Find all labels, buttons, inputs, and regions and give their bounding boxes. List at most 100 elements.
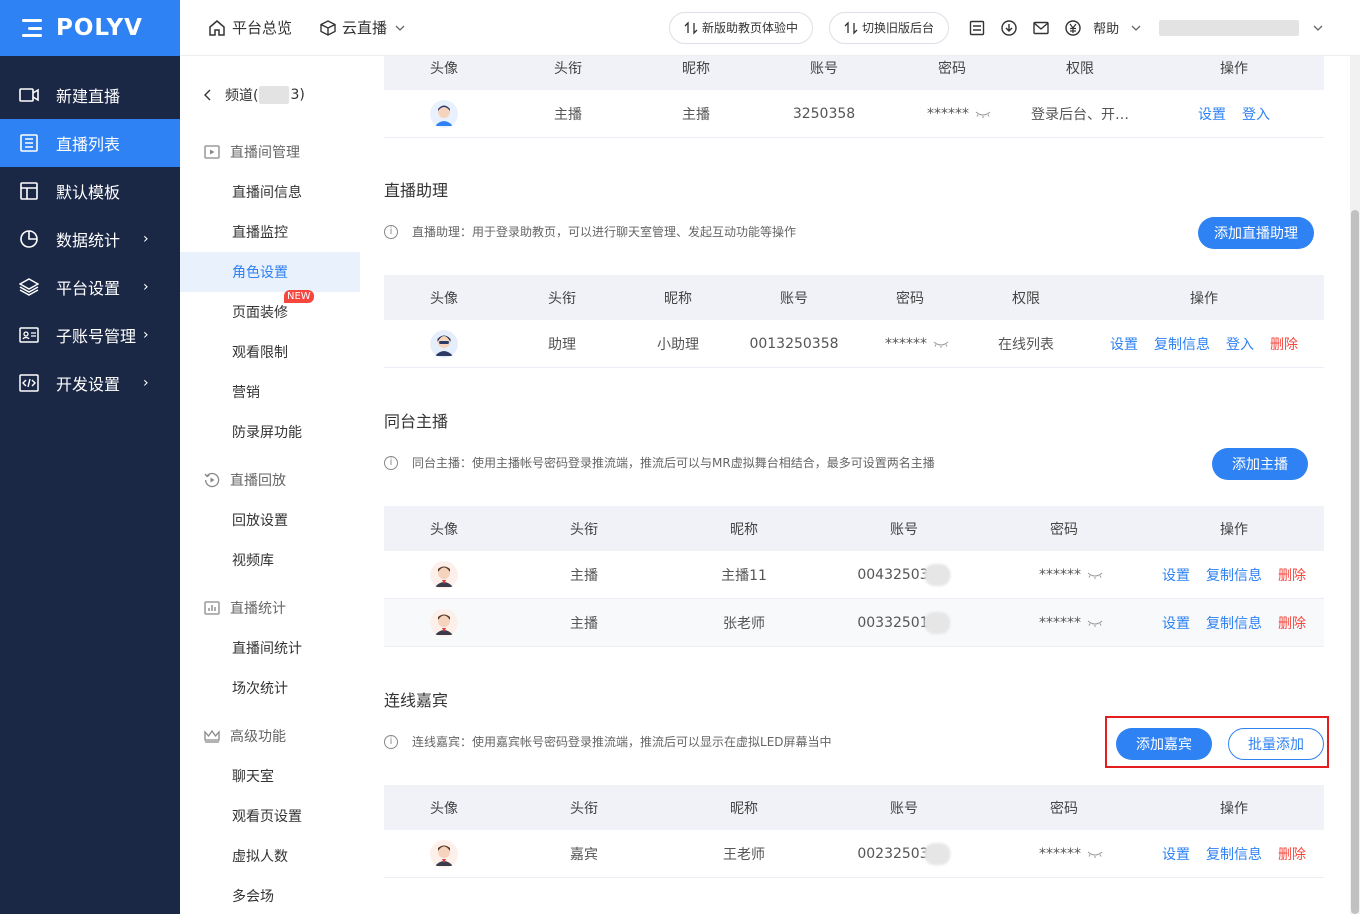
- col-password: 密码: [1050, 521, 1078, 538]
- channel-id-redacted: [259, 86, 290, 104]
- delete-link[interactable]: 删除: [1278, 613, 1306, 633]
- table-row: 嘉宾 王老师 00232503 ****** 设置 复制信息 删除: [384, 830, 1324, 878]
- eye-closed-icon[interactable]: [1087, 850, 1103, 858]
- actions-cell: 设置 登入: [1190, 90, 1278, 137]
- cohost-avatar-icon: [430, 560, 458, 589]
- guest-section-desc: i 连线嘉宾：使用嘉宾帐号密码登录推流端，推流后可以显示在虚拟LED屏幕当中: [384, 733, 832, 750]
- copy-info-link[interactable]: 复制信息: [1206, 565, 1262, 585]
- nav-item-statistics[interactable]: 数据统计 ›: [0, 215, 180, 263]
- sub-item-room-info[interactable]: 直播间信息: [180, 172, 360, 212]
- template-icon: [18, 180, 40, 202]
- eye-closed-icon[interactable]: [933, 340, 949, 348]
- scrollbar-thumb[interactable]: [1351, 210, 1359, 914]
- menu-toggle-icon[interactable]: [20, 19, 42, 37]
- chart-icon: [18, 228, 40, 250]
- password-cell: ******: [1039, 599, 1103, 646]
- col-actions: 操作: [1220, 60, 1248, 77]
- sub-item-chatroom[interactable]: 聊天室: [180, 756, 360, 796]
- logo[interactable]: POLYV: [56, 15, 143, 41]
- guest-avatar-icon: [430, 839, 458, 868]
- sub-item-page-decoration[interactable]: 页面装修 NEW: [180, 290, 360, 332]
- mail-icon[interactable]: [1033, 20, 1049, 36]
- help-menu[interactable]: 帮助: [1093, 18, 1119, 37]
- sub-item-role-settings[interactable]: 角色设置: [180, 252, 360, 292]
- actions-cell: 设置 复制信息 删除: [1154, 830, 1314, 877]
- nav-item-platform-settings[interactable]: 平台设置 ›: [0, 263, 180, 311]
- col-title: 头衔: [548, 290, 576, 307]
- switch-old-backend-button[interactable]: 切换旧版后台: [829, 11, 950, 44]
- layers-icon: [18, 276, 40, 298]
- avatar-cell: [430, 90, 458, 137]
- group-room-management: 直播间管理: [180, 132, 360, 172]
- col-account: 账号: [890, 521, 918, 538]
- delete-link[interactable]: 删除: [1278, 844, 1306, 864]
- table-row: 主播 张老师 00332501 ****** 设置 复制信息 删除: [384, 599, 1324, 647]
- nav-item-label: 子账号管理: [56, 327, 137, 346]
- chevron-right-icon: ›: [143, 327, 149, 343]
- eye-closed-icon[interactable]: [1087, 619, 1103, 627]
- nav-item-sub-accounts[interactable]: 子账号管理 ›: [0, 311, 180, 359]
- sub-item-monitor[interactable]: 直播监控: [180, 212, 360, 252]
- table-header: 头像 头衔 昵称 账号 密码 操作: [384, 785, 1324, 830]
- login-link[interactable]: 登入: [1226, 334, 1254, 354]
- nav-item-label: 默认模板: [56, 183, 121, 202]
- add-guest-button[interactable]: 添加嘉宾: [1116, 728, 1212, 760]
- settings-link[interactable]: 设置: [1198, 104, 1226, 124]
- channel-sub-navigation: 频道( 3) 直播间管理 直播间信息 直播监控 角色设置 页面装修 NEW 观看…: [180, 56, 360, 914]
- nav-item-dev-settings[interactable]: 开发设置 ›: [0, 359, 180, 407]
- copy-info-link[interactable]: 复制信息: [1206, 613, 1262, 633]
- sub-item-room-statistics[interactable]: 直播间统计: [180, 628, 360, 668]
- delete-link[interactable]: 删除: [1278, 565, 1306, 585]
- cloud-live-menu[interactable]: 云直播: [320, 17, 411, 38]
- download-icon[interactable]: [1001, 19, 1017, 36]
- eye-closed-icon[interactable]: [1087, 571, 1103, 579]
- account-cell: 00432503: [857, 551, 951, 598]
- nav-item-live-list[interactable]: 直播列表: [0, 119, 180, 167]
- role-settings-card: 头像 头衔 昵称 账号 密码 权限 操作 主播 主播 3250358 *****…: [360, 56, 1350, 914]
- sub-item-view-restriction[interactable]: 观看限制: [180, 332, 360, 372]
- password-mask: ******: [927, 105, 969, 122]
- sub-item-watch-page[interactable]: 观看页设置: [180, 796, 360, 836]
- settings-link[interactable]: 设置: [1162, 613, 1190, 633]
- chevron-down-icon: [1131, 25, 1141, 31]
- sub-item-virtual-viewers[interactable]: 虚拟人数: [180, 836, 360, 876]
- channel-back-link[interactable]: 频道( 3): [180, 56, 360, 134]
- nav-item-label: 直播列表: [56, 135, 121, 154]
- cohost-section-desc: i 同台主播：使用主播帐号密码登录推流端，推流后可以与MR虚拟舞台相结合，最多可…: [384, 454, 935, 471]
- nav-item-label: 数据统计: [56, 231, 121, 250]
- eye-closed-icon[interactable]: [975, 110, 991, 118]
- col-account: 账号: [890, 800, 918, 817]
- password-cell: ******: [1039, 830, 1103, 877]
- copy-info-link[interactable]: 复制信息: [1154, 334, 1210, 354]
- sub-item-video-library[interactable]: 视频库: [180, 540, 360, 580]
- settings-link[interactable]: 设置: [1110, 334, 1138, 354]
- permission-cell: 在线列表: [998, 336, 1054, 353]
- account-redacted: [924, 842, 951, 865]
- user-account-name[interactable]: [1159, 19, 1300, 36]
- document-icon[interactable]: [969, 20, 985, 36]
- settings-link[interactable]: 设置: [1162, 565, 1190, 585]
- col-password: 密码: [1050, 800, 1078, 817]
- nav-item-new-live[interactable]: 新建直播: [0, 71, 180, 119]
- sub-item-anti-recording[interactable]: 防录屏功能: [180, 412, 360, 452]
- platform-overview-link[interactable]: 平台总览: [208, 17, 292, 38]
- batch-add-button[interactable]: 批量添加: [1228, 728, 1324, 760]
- sub-item-playback-settings[interactable]: 回放设置: [180, 500, 360, 540]
- add-cohost-button[interactable]: 添加主播: [1212, 448, 1308, 480]
- cohost-section-title: 同台主播: [384, 412, 449, 431]
- delete-link[interactable]: 删除: [1270, 334, 1298, 354]
- sub-item-multi-venue[interactable]: 多会场: [180, 876, 360, 914]
- nav-item-default-template[interactable]: 默认模板: [0, 167, 180, 215]
- add-assistant-button[interactable]: 添加直播助理: [1198, 217, 1314, 249]
- sub-item-session-statistics[interactable]: 场次统计: [180, 668, 360, 708]
- col-nickname: 昵称: [664, 290, 692, 307]
- list-icon: [18, 132, 40, 154]
- billing-icon[interactable]: [1065, 19, 1081, 36]
- copy-info-link[interactable]: 复制信息: [1206, 844, 1262, 864]
- group-title: 直播统计: [230, 601, 286, 617]
- new-assistant-page-button[interactable]: 新版助教页体验中: [669, 11, 814, 44]
- col-permission: 权限: [1066, 60, 1094, 77]
- settings-link[interactable]: 设置: [1162, 844, 1190, 864]
- login-link[interactable]: 登入: [1242, 104, 1270, 124]
- sub-item-marketing[interactable]: 营销: [180, 372, 360, 412]
